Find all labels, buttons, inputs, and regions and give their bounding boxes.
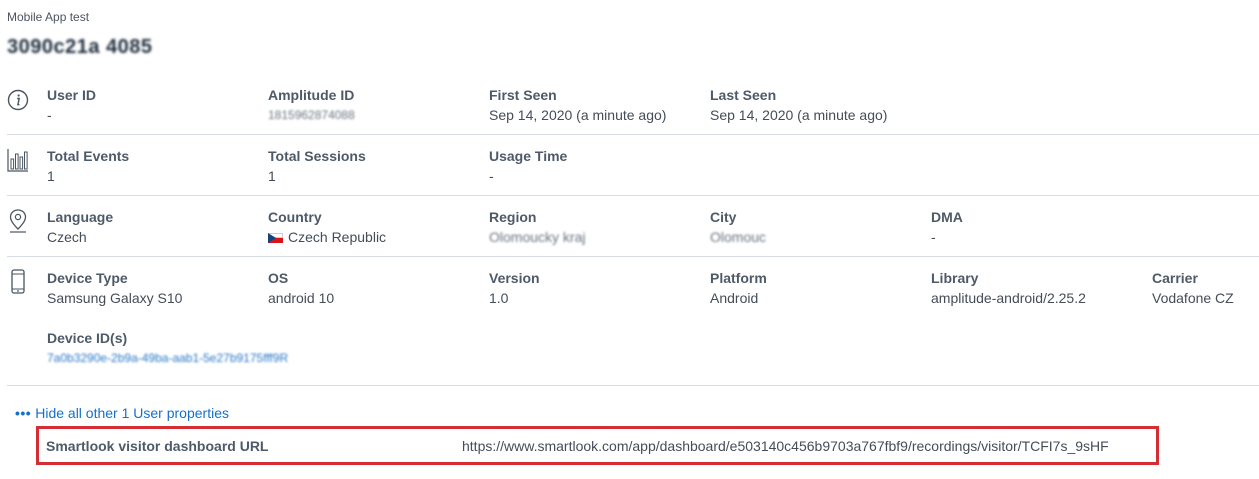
country-value-wrap: Czech Republic [268, 228, 478, 246]
more-dots-icon: ••• [15, 405, 32, 421]
user-id-field: User ID - [47, 86, 257, 124]
language-field: Language Czech [47, 208, 257, 246]
library-field: Library amplitude-android/2.25.2 [931, 269, 1141, 307]
hide-user-properties-toggle[interactable]: ••• Hide all other 1 User properties [15, 405, 229, 421]
smartlook-url-label: Smartlook visitor dashboard URL [46, 438, 269, 454]
language-label: Language [47, 209, 114, 225]
total-sessions-label: Total Sessions [268, 148, 366, 164]
dma-field: DMA - [931, 208, 1141, 246]
device-type-field: Device Type Samsung Galaxy S10 [47, 269, 257, 307]
carrier-field: Carrier Vodafone CZ [1152, 269, 1259, 307]
divider [7, 256, 1259, 257]
dma-label: DMA [931, 209, 963, 225]
carrier-label: Carrier [1152, 270, 1198, 286]
city-field: City Olomouc [710, 208, 920, 246]
user-title: 3090c21a 4085 [7, 36, 153, 58]
bar-chart-icon [7, 147, 29, 173]
platform-field: Platform Android [710, 269, 920, 307]
region-value: Olomoucky kraj [489, 229, 586, 245]
last-seen-label: Last Seen [710, 87, 777, 103]
mobile-device-icon [7, 269, 29, 295]
location-row: Language Czech Country Czech Republic Re… [7, 208, 1259, 248]
total-sessions-value: 1 [268, 168, 276, 184]
device-row: Device Type Samsung Galaxy S10 OS androi… [7, 269, 1259, 379]
divider [7, 134, 1259, 135]
carrier-value: Vodafone CZ [1152, 290, 1234, 306]
amplitude-id-value: 1815962874088 [268, 108, 355, 122]
amplitude-id-field: Amplitude ID 1815962874088 [268, 86, 478, 124]
device-type-label: Device Type [47, 270, 128, 286]
first-seen-value: Sep 14, 2020 (a minute ago) [489, 107, 667, 123]
total-events-field: Total Events 1 [47, 147, 257, 185]
divider [7, 385, 1259, 386]
platform-value: Android [710, 290, 759, 306]
dma-value: - [931, 229, 936, 245]
library-label: Library [931, 270, 979, 286]
usage-row: Total Events 1 Total Sessions 1 Usage Ti… [7, 147, 1259, 187]
hide-user-properties-label: Hide all other 1 User properties [35, 405, 229, 421]
usage-time-label: Usage Time [489, 148, 568, 164]
country-field: Country Czech Republic [268, 208, 478, 246]
version-label: Version [489, 270, 540, 286]
version-value: 1.0 [489, 290, 509, 306]
platform-label: Platform [710, 270, 767, 286]
region-label: Region [489, 209, 537, 225]
amplitude-id-label: Amplitude ID [268, 87, 355, 103]
version-field: Version 1.0 [489, 269, 699, 307]
total-events-value: 1 [47, 168, 55, 184]
identity-row: User ID - Amplitude ID 1815962874088 Fir… [7, 86, 1259, 126]
city-label: City [710, 209, 737, 225]
last-seen-value: Sep 14, 2020 (a minute ago) [710, 107, 888, 123]
language-value: Czech [47, 229, 87, 245]
os-value: android 10 [268, 290, 335, 306]
os-field: OS android 10 [268, 269, 478, 307]
device-ids-field: Device ID(s) 7a0b3290e-2b9a-49ba-aab1-5e… [47, 329, 447, 367]
device-ids-label: Device ID(s) [47, 330, 128, 346]
country-label: Country [268, 209, 322, 225]
device-id-link[interactable]: 7a0b3290e-2b9a-49ba-aab1-5e27b9175fff9R [47, 349, 447, 367]
total-sessions-field: Total Sessions 1 [268, 147, 478, 185]
device-type-value: Samsung Galaxy S10 [47, 290, 183, 306]
info-icon [7, 88, 29, 114]
first-seen-label: First Seen [489, 87, 557, 103]
czech-flag-icon [268, 233, 283, 243]
city-value: Olomouc [710, 229, 767, 245]
usage-time-field: Usage Time - [489, 147, 699, 185]
usage-time-value: - [489, 168, 494, 184]
smartlook-url-value[interactable]: https://www.smartlook.com/app/dashboard/… [462, 438, 1109, 454]
first-seen-field: First Seen Sep 14, 2020 (a minute ago) [489, 86, 699, 124]
user-id-value: - [47, 107, 52, 123]
breadcrumb[interactable]: Mobile App test [7, 10, 89, 24]
library-value: amplitude-android/2.25.2 [931, 290, 1086, 306]
os-label: OS [268, 270, 289, 286]
total-events-label: Total Events [47, 148, 130, 164]
country-value: Czech Republic [288, 229, 387, 245]
region-field: Region Olomoucky kraj [489, 208, 699, 246]
location-pin-icon [7, 208, 29, 234]
divider [7, 195, 1259, 196]
user-id-label: User ID [47, 87, 97, 103]
last-seen-field: Last Seen Sep 14, 2020 (a minute ago) [710, 86, 920, 124]
